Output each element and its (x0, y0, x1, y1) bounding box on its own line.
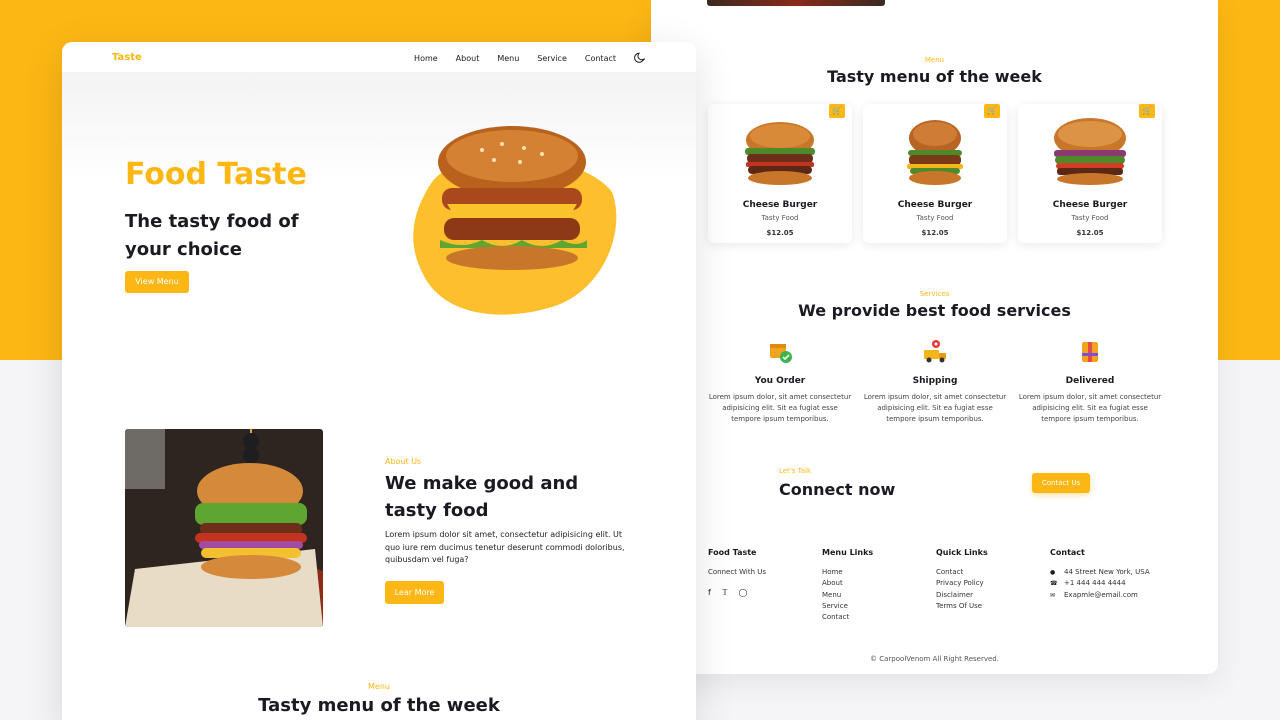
facebook-icon[interactable]: f (708, 588, 711, 597)
instagram-icon[interactable]: ◯ (739, 588, 748, 597)
delivered-package-icon (1082, 342, 1098, 362)
contact-address: 44 Street New York, USA (1064, 568, 1150, 576)
about-text: Lorem ipsum dolor sit amet, consectetur … (385, 530, 625, 564)
burger-image (907, 120, 963, 185)
service-item: You Order Lorem ipsum dolor, sit amet co… (707, 338, 853, 425)
copyright: © CarpoolVenom All Right Reserved. (870, 655, 999, 663)
footer-quick-links: Quick Links Contact Privacy Policy Discl… (936, 548, 988, 612)
view-menu-button[interactable]: View Menu (125, 271, 189, 293)
card-name: Cheese Burger (742, 200, 818, 210)
menu-eyebrow: Menu (924, 56, 945, 64)
service-text: Lorem ipsum dolor, sit amet consectetur … (708, 393, 852, 423)
menu-card[interactable]: 🛒 Cheese Burger Tasty Food $12.05 (708, 104, 852, 243)
burger-image (745, 122, 815, 185)
footer-contact: Contact ● 44 Street New York, USA ☎ +1 444… (1050, 548, 1150, 601)
hero-title: Food Taste (125, 157, 307, 192)
service-name: Delivered (1065, 376, 1115, 386)
footer-link-contact[interactable]: Contact (936, 567, 988, 578)
cart-icon[interactable]: 🛒 (1139, 104, 1155, 118)
main-nav: Home About Menu Service Contact (414, 52, 646, 64)
nav-about[interactable]: About (456, 54, 480, 63)
footer-link-about[interactable]: About (822, 578, 873, 589)
services-title: We provide best food services (798, 301, 1071, 320)
learn-more-button[interactable]: Lear More (385, 581, 444, 604)
card-subtitle: Tasty Food (1071, 214, 1109, 222)
footer-link-home[interactable]: Home (822, 567, 873, 578)
footer-contact-title: Contact (1050, 548, 1085, 557)
footer-link-service[interactable]: Service (822, 601, 873, 612)
mail-icon: ✉ (1050, 591, 1056, 599)
contact-email: Exapmle@email.com (1064, 590, 1138, 599)
site-logo[interactable]: Taste (112, 52, 142, 63)
footer-brand-title: Food Taste (708, 548, 757, 557)
service-text: Lorem ipsum dolor, sit amet consectetur … (863, 393, 1007, 423)
footer-brand: Food Taste Connect With Us f 𝕋 ◯ (708, 548, 766, 597)
footer-link-terms[interactable]: Terms Of Use (936, 601, 988, 612)
dark-mode-moon-icon[interactable] (634, 52, 646, 64)
nav-contact[interactable]: Contact (585, 54, 616, 63)
nav-service[interactable]: Service (537, 54, 567, 63)
card-price: $12.05 (766, 229, 794, 237)
connect-eyebrow: Let's Talk (779, 467, 812, 475)
burger-image (1054, 118, 1126, 185)
about-title: We make good and tasty food (385, 473, 579, 521)
footer-menu-links: Menu Links Home About Menu Service Conta… (822, 548, 873, 623)
social-links: f 𝕋 ◯ (708, 588, 766, 597)
delivery-truck-icon (924, 340, 946, 363)
card-subtitle: Tasty Food (916, 214, 954, 222)
menu-card[interactable]: 🛒 Cheese Burger Tasty Food $12.05 (863, 104, 1007, 243)
top-image-fragment (707, 0, 885, 6)
menu-cards: 🛒 Cheese Burger Tasty Food $12.05 🛒 Chee… (708, 104, 1162, 243)
service-text: Lorem ipsum dolor, sit amet consectetur … (1018, 393, 1162, 423)
about-burger-photo (125, 429, 323, 627)
card-name: Cheese Burger (897, 200, 973, 210)
footer-link-privacy[interactable]: Privacy Policy (936, 578, 988, 589)
footer-link-menu[interactable]: Menu (822, 590, 873, 601)
footer-link-contact[interactable]: Contact (822, 612, 873, 623)
menu-section-title: Tasty menu of the week (827, 67, 1042, 86)
contact-phone: +1 444 444 4444 (1064, 579, 1126, 588)
menu-section-title: Tasty menu of the week (258, 695, 500, 716)
card-name: Cheese Burger (1052, 200, 1128, 210)
hero-burger-image (413, 126, 617, 315)
footer-menu-links-title: Menu Links (822, 548, 874, 557)
card-subtitle: Tasty Food (761, 214, 799, 222)
hero-subtitle: The tasty food of your choice (125, 211, 299, 260)
service-item: Delivered Lorem ipsum dolor, sit amet co… (1017, 338, 1163, 425)
service-name: Shipping (912, 376, 958, 386)
service-item: Shipping Lorem ipsum dolor, sit amet con… (862, 338, 1008, 425)
contact-us-button[interactable]: Contact Us (1032, 473, 1090, 493)
cart-icon[interactable]: 🛒 (984, 104, 1000, 118)
order-box-icon (770, 344, 792, 363)
footer-link-disclaimer[interactable]: Disclaimer (936, 590, 988, 601)
card-price: $12.05 (921, 229, 949, 237)
services-eyebrow: Services (919, 290, 950, 298)
service-name: You Order (754, 376, 806, 386)
twitter-icon[interactable]: 𝕋 (722, 588, 728, 597)
cart-icon[interactable]: 🛒 (829, 104, 845, 118)
footer-brand-text: Connect With Us (708, 568, 767, 576)
phone-icon: ☎ (1050, 580, 1058, 588)
connect-title: Connect now (779, 480, 896, 499)
location-pin-icon: ● (1050, 569, 1056, 576)
menu-card[interactable]: 🛒 Cheese Burger Tasty Food $12.05 (1018, 104, 1162, 243)
footer-quick-links-title: Quick Links (936, 548, 988, 557)
menu-eyebrow: Menu (368, 682, 390, 691)
card-price: $12.05 (1076, 229, 1104, 237)
right-page-preview: Menu Tasty menu of the week 🛒 Cheese Bur… (651, 0, 1218, 674)
nav-home[interactable]: Home (414, 54, 438, 63)
nav-menu[interactable]: Menu (497, 54, 519, 63)
about-eyebrow: About Us (385, 457, 422, 466)
left-page-preview: Taste Home About Menu Service Contact Fo… (62, 42, 696, 720)
